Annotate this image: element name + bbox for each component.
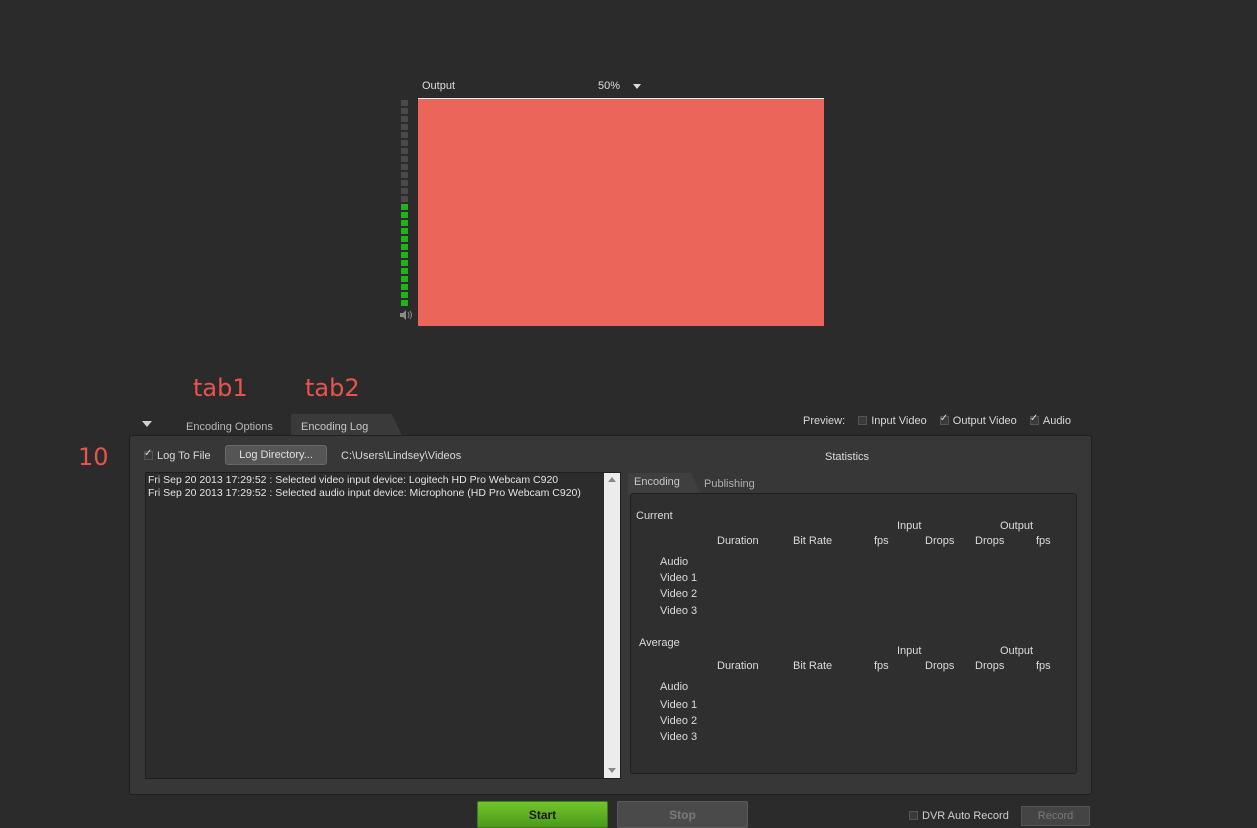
meter-segment (401, 292, 408, 298)
audio-level-meter (401, 100, 408, 306)
statistics-title: Statistics (825, 451, 870, 463)
preview-label: Preview: (803, 415, 846, 427)
audio-checkbox[interactable] (1029, 413, 1039, 425)
chevron-down-icon[interactable] (633, 84, 641, 89)
output-preview (418, 98, 824, 326)
collapse-arrow-icon[interactable] (142, 421, 152, 427)
average-input-header: Input (897, 645, 922, 657)
average-row-label: Video 1 (660, 699, 698, 711)
scroll-up-icon[interactable] (608, 477, 616, 482)
annotation-tab1: tab1 (193, 374, 248, 402)
preview-options: Preview: Input Video Output Video Audio (803, 413, 1071, 427)
output-video-checkbox[interactable] (939, 413, 949, 425)
meter-segment (401, 252, 408, 258)
log-directory-button[interactable]: Log Directory... (225, 445, 327, 465)
meter-segment (401, 236, 408, 242)
current-heading: Current (636, 510, 673, 522)
input-video-checkbox[interactable] (858, 416, 868, 425)
average-heading: Average (639, 637, 680, 649)
current-duration-header: Duration (717, 535, 759, 547)
log-line: Fri Sep 20 2013 17:29:52 : Selected audi… (148, 487, 581, 499)
meter-segment (401, 212, 408, 218)
meter-segment (401, 100, 408, 106)
meter-segment (401, 188, 408, 194)
average-row-label: Video 3 (660, 731, 698, 743)
log-line: Fri Sep 20 2013 17:29:52 : Selected vide… (148, 474, 559, 486)
meter-segment (401, 172, 408, 178)
audio-label: Audio (1042, 415, 1071, 427)
meter-segment (401, 260, 408, 266)
preview-output-video[interactable]: Output Video (939, 413, 1017, 427)
meter-segment (401, 124, 408, 130)
meter-segment (401, 276, 408, 282)
current-output-drops-header: Drops (975, 535, 1005, 547)
meter-segment (401, 204, 408, 210)
average-input-fps-header: fps (874, 660, 889, 672)
current-row-label: Video 1 (660, 572, 698, 584)
average-output-drops-header: Drops (975, 660, 1005, 672)
log-to-file[interactable]: Log To File (144, 448, 211, 462)
dvr-auto-record-label: DVR Auto Record (922, 810, 1009, 822)
current-bitrate-header: Bit Rate (793, 535, 833, 547)
dvr-auto-record-checkbox[interactable] (909, 811, 918, 820)
meter-segment (401, 164, 408, 170)
meter-segment (401, 132, 408, 138)
meter-segment (401, 284, 408, 290)
log-text-area[interactable]: Fri Sep 20 2013 17:29:52 : Selected vide… (145, 472, 621, 779)
current-output-header: Output (1000, 520, 1034, 532)
log-path: C:\Users\Lindsey\Videos (341, 450, 462, 462)
meter-segment (401, 180, 408, 186)
current-output-fps-header: fps (1036, 535, 1051, 547)
average-output-fps-header: fps (1036, 660, 1051, 672)
meter-segment (401, 244, 408, 250)
average-output-header: Output (1000, 645, 1034, 657)
meter-segment (401, 156, 408, 162)
start-button[interactable]: Start (477, 801, 608, 828)
current-input-header: Input (897, 520, 922, 532)
meter-segment (401, 140, 408, 146)
current-row-label: Video 2 (660, 588, 698, 600)
zoom-level[interactable]: 50% (598, 80, 620, 92)
record-button[interactable]: Record (1021, 806, 1090, 826)
log-to-file-label: Log To File (157, 450, 211, 462)
average-bitrate-header: Bit Rate (793, 660, 833, 672)
average-row-label: Audio (660, 681, 689, 693)
log-to-file-checkbox[interactable] (144, 448, 153, 460)
tab-stats-publishing[interactable]: Publishing (704, 478, 755, 490)
annotation-tab2: tab2 (305, 374, 360, 402)
dvr-auto-record[interactable]: DVR Auto Record (909, 810, 1009, 822)
meter-segment (401, 228, 408, 234)
meter-segment (401, 220, 408, 226)
meter-segment (401, 268, 408, 274)
meter-segment (401, 116, 408, 122)
meter-segment (401, 108, 408, 114)
average-row-label: Video 2 (660, 715, 698, 727)
log-scrollbar[interactable] (604, 473, 620, 778)
speaker-icon[interactable] (399, 309, 413, 321)
meter-segment (401, 196, 408, 202)
meter-segment (401, 148, 408, 154)
output-label: Output (422, 80, 456, 92)
current-input-fps-header: fps (874, 535, 889, 547)
scroll-down-icon[interactable] (608, 768, 616, 773)
preview-audio[interactable]: Audio (1029, 413, 1071, 427)
input-video-label: Input Video (871, 415, 927, 427)
preview-input-video[interactable]: Input Video (858, 415, 927, 427)
current-input-drops-header: Drops (925, 535, 955, 547)
output-video-label: Output Video (952, 415, 1017, 427)
stop-button[interactable]: Stop (617, 801, 748, 828)
current-row-label: Video 3 (660, 605, 698, 617)
average-input-drops-header: Drops (925, 660, 955, 672)
meter-segment (401, 300, 408, 306)
annotation-10: 10 (78, 443, 109, 471)
current-row-label: Audio (660, 556, 689, 568)
average-duration-header: Duration (717, 660, 759, 672)
tab-stats-encoding[interactable]: Encoding (628, 473, 702, 495)
